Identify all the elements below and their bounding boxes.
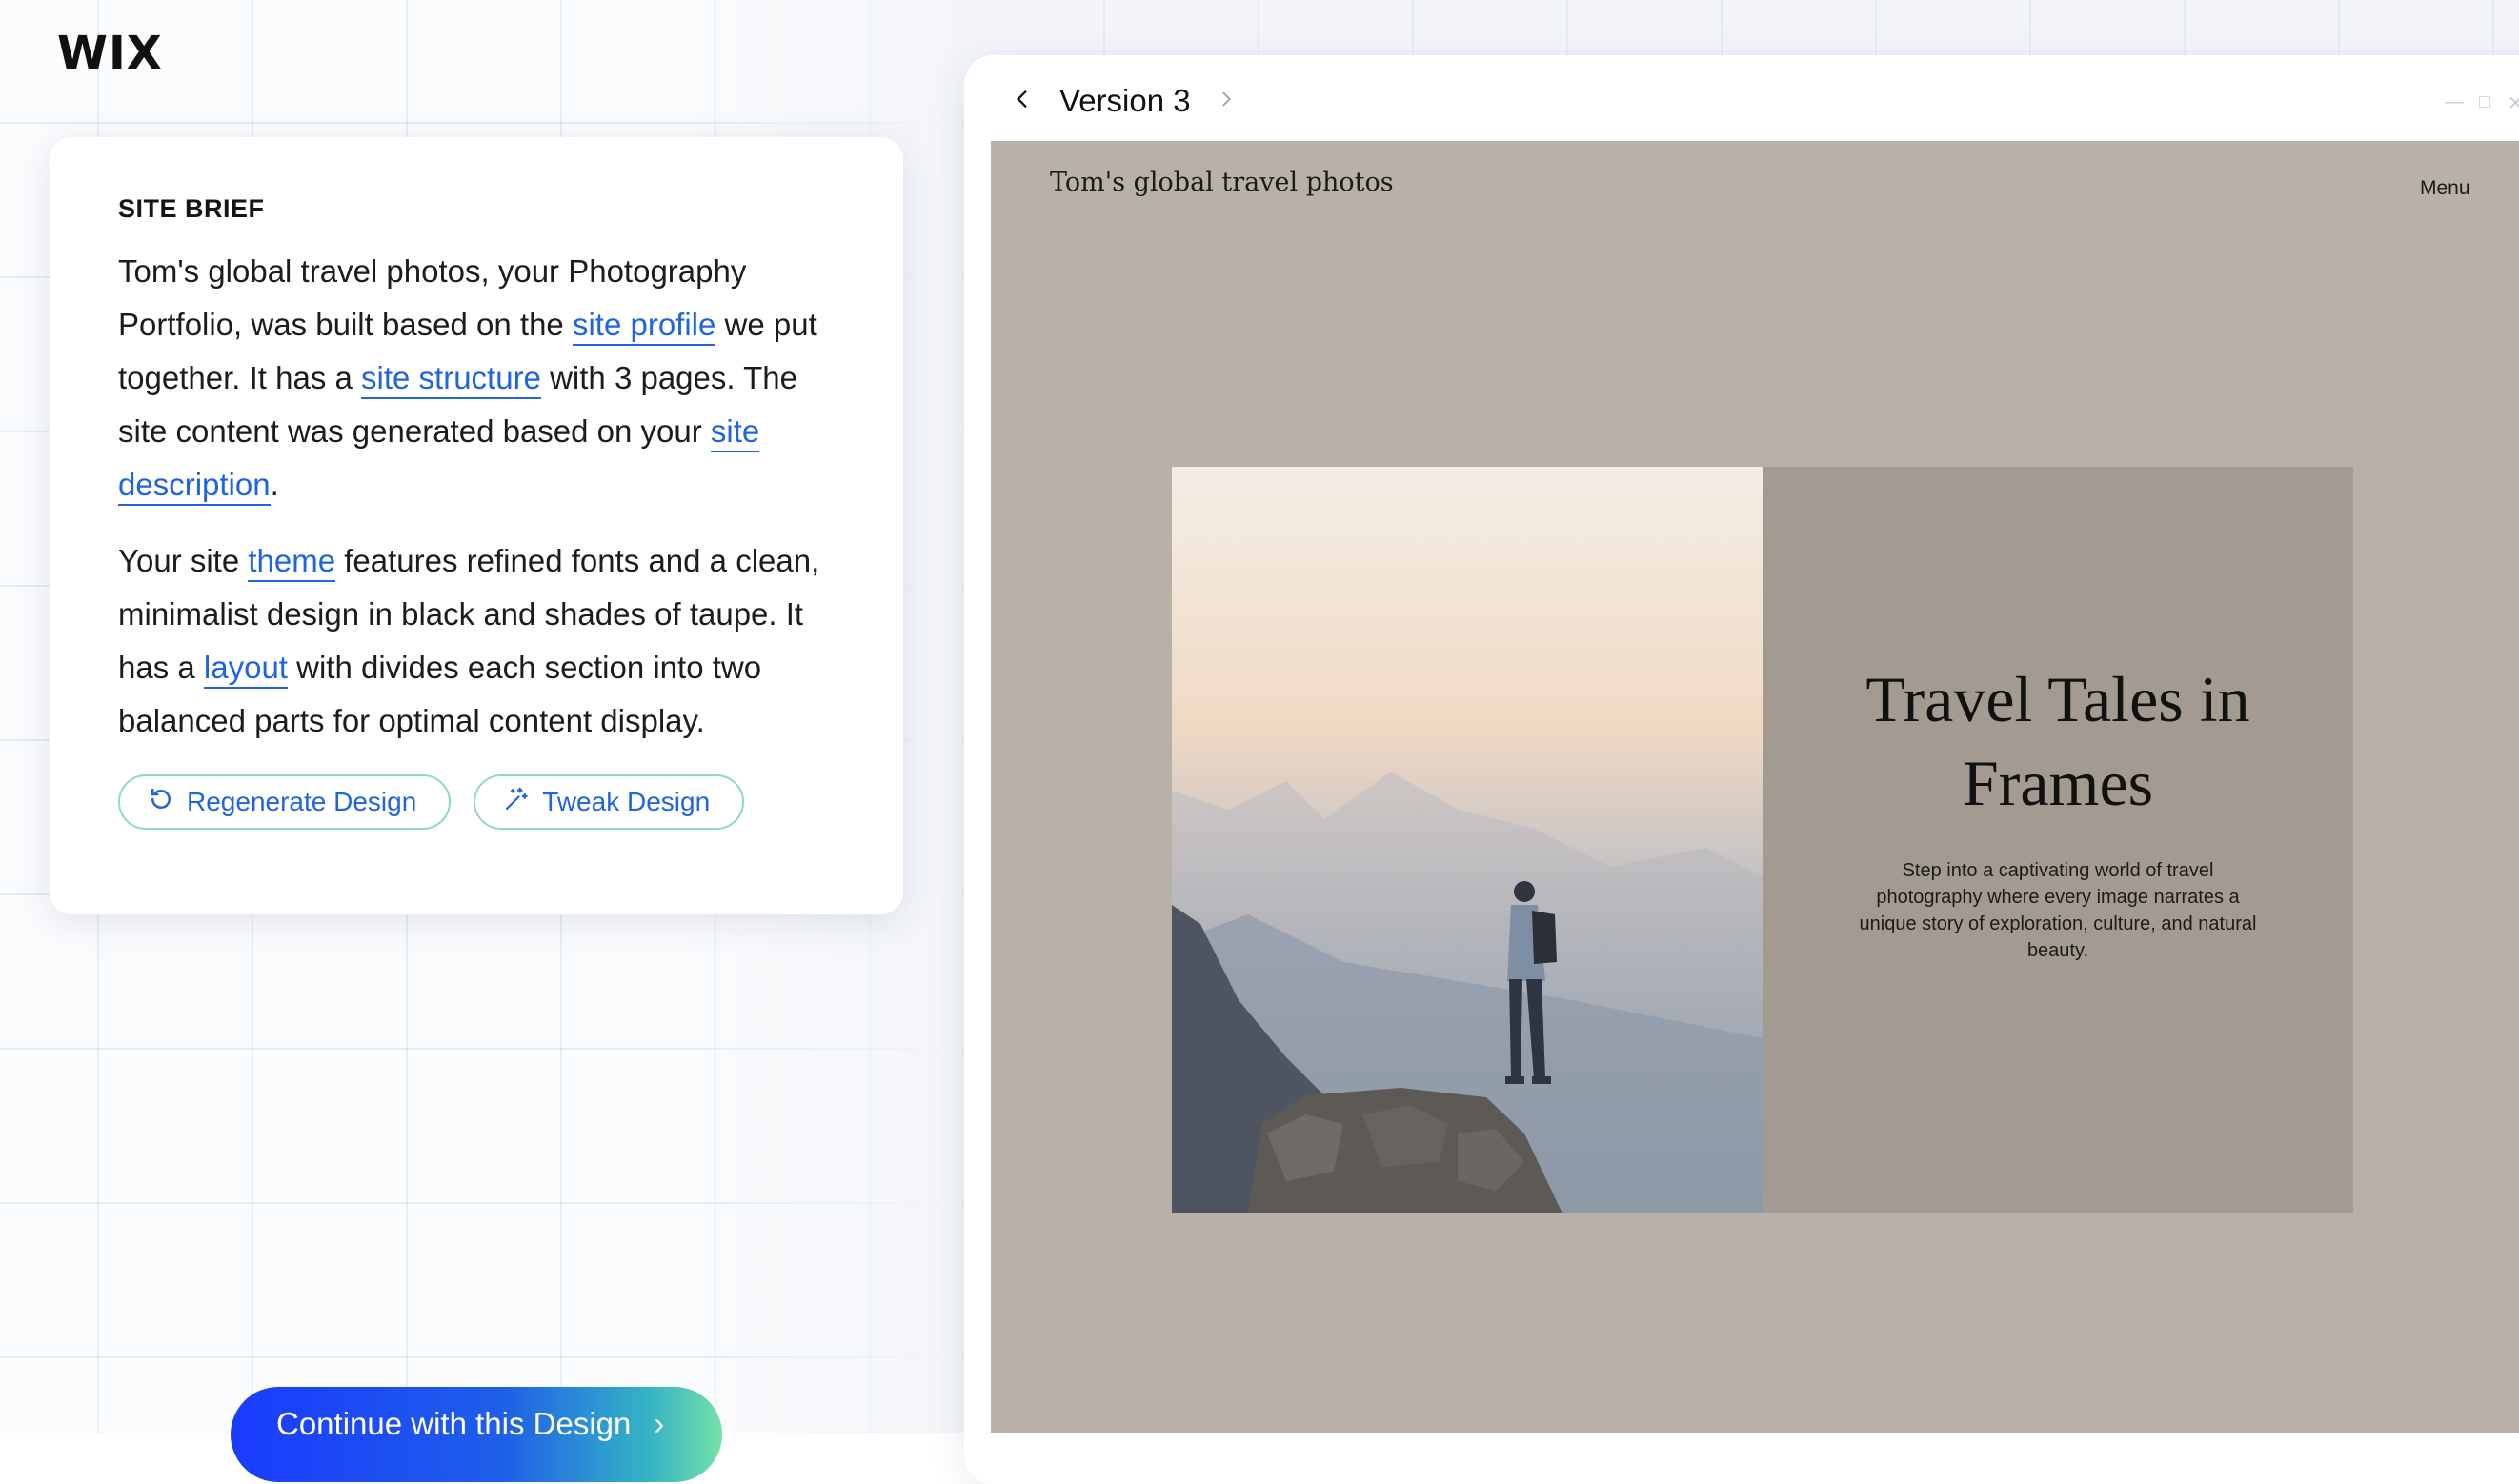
hero-image [1172, 467, 1763, 1213]
site-menu-button[interactable]: Menu [2420, 177, 2470, 200]
site-brief-title: SITE BRIEF [118, 194, 835, 224]
regenerate-design-button[interactable]: Regenerate Design [118, 774, 451, 830]
tweak-design-button[interactable]: Tweak Design [474, 774, 744, 830]
site-structure-link[interactable]: site structure [361, 360, 541, 399]
continue-with-design-button[interactable]: Continue with this Design › [231, 1387, 722, 1482]
wix-logo[interactable]: WIX [57, 27, 163, 80]
minimize-icon[interactable]: — [2445, 91, 2464, 113]
hero-text-panel: Travel Tales in Frames Step into a capti… [1763, 467, 2353, 1213]
brief-paragraph-1: Tom's global travel photos, your Photogr… [118, 245, 835, 511]
previous-version-button[interactable] [1010, 87, 1035, 116]
site-preview: Tom's global travel photos Menu [991, 141, 2519, 1433]
site-brief-card: SITE BRIEF Tom's global travel photos, y… [50, 137, 903, 914]
version-label: Version 3 [1059, 83, 1191, 119]
brief-text: . [271, 467, 279, 502]
site-profile-link[interactable]: site profile [573, 307, 715, 346]
brief-paragraph-2: Your site theme features refined fonts a… [118, 534, 835, 748]
next-version-button[interactable] [1216, 89, 1237, 114]
close-icon[interactable]: ✕ [2508, 91, 2519, 115]
site-name: Tom's global travel photos [1050, 168, 1394, 197]
maximize-icon[interactable]: □ [2479, 91, 2490, 113]
regenerate-icon [147, 785, 175, 820]
design-actions: Regenerate Design Tweak Design [118, 774, 835, 830]
version-switcher: Version 3 [1010, 74, 1237, 128]
magic-wand-icon [502, 785, 531, 820]
brief-text: Your site [118, 543, 248, 578]
hero-description: Step into a captivating world of travel … [1858, 857, 2258, 964]
layout-link[interactable]: layout [204, 650, 288, 689]
regenerate-design-label: Regenerate Design [187, 787, 416, 817]
theme-link[interactable]: theme [248, 543, 335, 582]
tweak-design-label: Tweak Design [542, 787, 710, 817]
continue-label: Continue with this Design [276, 1406, 631, 1442]
chevron-right-icon: › [654, 1406, 664, 1442]
hero-title: Travel Tales in Frames [1763, 657, 2353, 825]
